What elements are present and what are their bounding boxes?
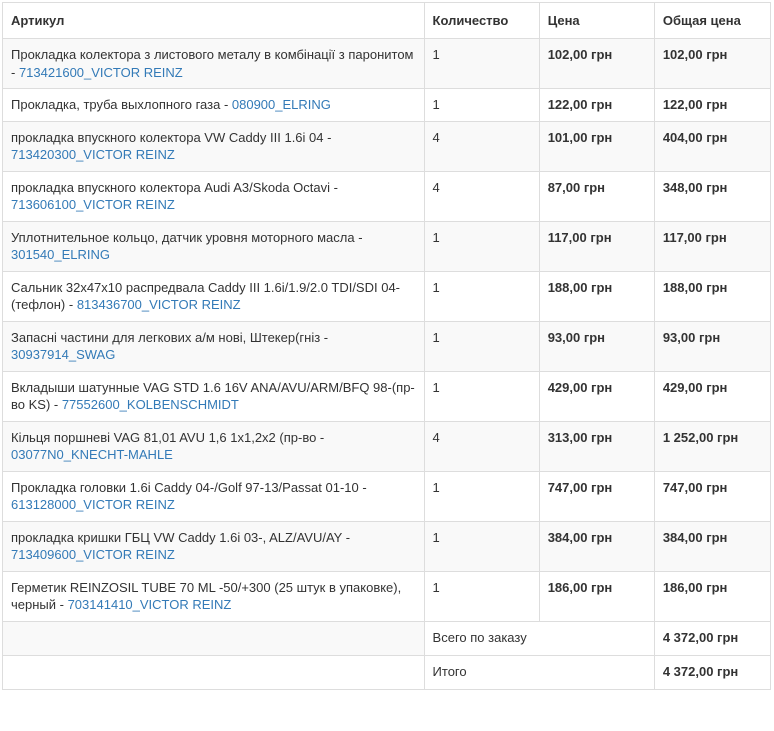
total-cell: 348,00 грн <box>653 170 772 222</box>
price-cell: 93,00 грн <box>538 320 655 372</box>
table-row: Прокладка колектора з листового металу в… <box>2 38 772 89</box>
total-cell: 1 252,00 грн <box>653 420 772 472</box>
price-cell: 188,00 грн <box>538 270 655 322</box>
article-name: Прокладка, труба выхлопного газа - <box>11 97 232 112</box>
article-sku-link[interactable]: 77552600_KOLBENSCHMIDT <box>62 397 239 412</box>
quantity-cell: 4 <box>423 420 540 472</box>
article-cell: Герметик REINZOSIL TUBE 70 ML -50/+300 (… <box>2 570 425 622</box>
total-cell: 93,00 грн <box>653 320 772 372</box>
article-cell: Сальник 32x47x10 распредвала Caddy III 1… <box>2 270 425 322</box>
quantity-cell: 1 <box>423 520 540 572</box>
quantity-cell: 1 <box>423 570 540 622</box>
quantity-cell: 4 <box>423 120 540 172</box>
article-cell: Прокладка, труба выхлопного газа - 08090… <box>2 88 425 122</box>
article-name: прокладка впускного колектора VW Caddy I… <box>11 129 332 145</box>
article-name: прокладка кришки ГБЦ VW Caddy 1.6i 03-, … <box>11 529 351 545</box>
total-cell: 186,00 грн <box>653 570 772 622</box>
article-cell: Уплотнительное кольцо, датчик уровня мот… <box>2 220 425 272</box>
price-cell: 313,00 грн <box>538 420 655 472</box>
article-sku-link[interactable]: 713409600_VICTOR REINZ <box>11 547 175 562</box>
article-sku-link[interactable]: 30937914_SWAG <box>11 347 115 362</box>
order-total-spacer <box>2 620 425 656</box>
quantity-cell: 1 <box>423 370 540 422</box>
header-article: Артикул <box>2 2 425 39</box>
quantity-cell: 4 <box>423 170 540 222</box>
article-sku-link[interactable]: 713606100_VICTOR REINZ <box>11 197 175 212</box>
grand-total-value: 4 372,00 грн <box>653 654 772 690</box>
table-row: Герметик REINZOSIL TUBE 70 ML -50/+300 (… <box>2 570 772 622</box>
article-name: Уплотнительное кольцо, датчик уровня мот… <box>11 229 363 245</box>
table-row: Вкладыши шатунные VAG STD 1.6 16V ANA/AV… <box>2 370 772 422</box>
article-name: прокладка впускного колектора Audi A3/Sk… <box>11 179 338 195</box>
order-total-row: Всего по заказу 4 372,00 грн <box>2 620 772 656</box>
grand-total-row: Итого 4 372,00 грн <box>2 654 772 690</box>
table-row: Прокладка головки 1.6i Caddy 04-/Golf 97… <box>2 470 772 522</box>
total-cell: 429,00 грн <box>653 370 772 422</box>
quantity-cell: 1 <box>423 38 540 89</box>
article-sku-link[interactable]: 703141410_VICTOR REINZ <box>68 597 232 612</box>
price-cell: 384,00 грн <box>538 520 655 572</box>
header-quantity: Количество <box>423 2 540 39</box>
header-total: Общая цена <box>653 2 772 39</box>
price-cell: 101,00 грн <box>538 120 655 172</box>
article-cell: Прокладка головки 1.6i Caddy 04-/Golf 97… <box>2 470 425 522</box>
total-cell: 404,00 грн <box>653 120 772 172</box>
quantity-cell: 1 <box>423 270 540 322</box>
table-body: Прокладка колектора з листового металу в… <box>2 38 772 622</box>
table-row: Кільця поршневі VAG 81,01 AVU 1,6 1x1,2x… <box>2 420 772 472</box>
header-price: Цена <box>538 2 655 39</box>
article-cell: Прокладка колектора з листового металу в… <box>2 38 425 89</box>
price-cell: 102,00 грн <box>538 38 655 89</box>
article-cell: прокладка кришки ГБЦ VW Caddy 1.6i 03-, … <box>2 520 425 572</box>
table-row: Прокладка, труба выхлопного газа - 08090… <box>2 88 772 122</box>
price-cell: 747,00 грн <box>538 470 655 522</box>
order-table: Артикул Количество Цена Общая цена Прокл… <box>2 2 772 690</box>
quantity-cell: 1 <box>423 88 540 122</box>
table-row: прокладка впускного колектора VW Caddy I… <box>2 120 772 172</box>
grand-total-spacer <box>2 654 425 690</box>
price-cell: 87,00 грн <box>538 170 655 222</box>
order-total-value: 4 372,00 грн <box>653 620 772 656</box>
article-sku-link[interactable]: 080900_ELRING <box>232 97 331 112</box>
table-row: прокладка кришки ГБЦ VW Caddy 1.6i 03-, … <box>2 520 772 572</box>
price-cell: 122,00 грн <box>538 88 655 122</box>
article-cell: Кільця поршневі VAG 81,01 AVU 1,6 1x1,2x… <box>2 420 425 472</box>
table-row: Сальник 32x47x10 распредвала Caddy III 1… <box>2 270 772 322</box>
article-name: Запасні частини для легкових а/м нові, Ш… <box>11 329 329 345</box>
price-cell: 186,00 грн <box>538 570 655 622</box>
price-cell: 117,00 грн <box>538 220 655 272</box>
article-sku-link[interactable]: 301540_ELRING <box>11 247 110 262</box>
total-cell: 384,00 грн <box>653 520 772 572</box>
table-header-row: Артикул Количество Цена Общая цена <box>2 2 772 39</box>
table-row: Запасні частини для легкових а/м нові, Ш… <box>2 320 772 372</box>
article-sku-link[interactable]: 613128000_VICTOR REINZ <box>11 497 175 512</box>
total-cell: 188,00 грн <box>653 270 772 322</box>
total-cell: 117,00 грн <box>653 220 772 272</box>
article-cell: прокладка впускного колектора Audi A3/Sk… <box>2 170 425 222</box>
table-row: прокладка впускного колектора Audi A3/Sk… <box>2 170 772 222</box>
article-sku-link[interactable]: 713420300_VICTOR REINZ <box>11 147 175 162</box>
total-cell: 747,00 грн <box>653 470 772 522</box>
article-sku-link[interactable]: 813436700_VICTOR REINZ <box>77 297 241 312</box>
table-row: Уплотнительное кольцо, датчик уровня мот… <box>2 220 772 272</box>
total-cell: 102,00 грн <box>653 38 772 89</box>
quantity-cell: 1 <box>423 470 540 522</box>
quantity-cell: 1 <box>423 320 540 372</box>
order-total-label: Всего по заказу <box>423 620 655 656</box>
grand-total-label: Итого <box>423 654 655 690</box>
price-cell: 429,00 грн <box>538 370 655 422</box>
article-cell: Запасні частини для легкових а/м нові, Ш… <box>2 320 425 372</box>
article-name: Кільця поршневі VAG 81,01 AVU 1,6 1x1,2x… <box>11 429 325 445</box>
quantity-cell: 1 <box>423 220 540 272</box>
article-name: Прокладка головки 1.6i Caddy 04-/Golf 97… <box>11 479 367 495</box>
article-cell: прокладка впускного колектора VW Caddy I… <box>2 120 425 172</box>
article-sku-link[interactable]: 713421600_VICTOR REINZ <box>19 65 183 80</box>
total-cell: 122,00 грн <box>653 88 772 122</box>
article-cell: Вкладыши шатунные VAG STD 1.6 16V ANA/AV… <box>2 370 425 422</box>
article-sku-link[interactable]: 03077N0_KNECHT-MAHLE <box>11 447 173 462</box>
